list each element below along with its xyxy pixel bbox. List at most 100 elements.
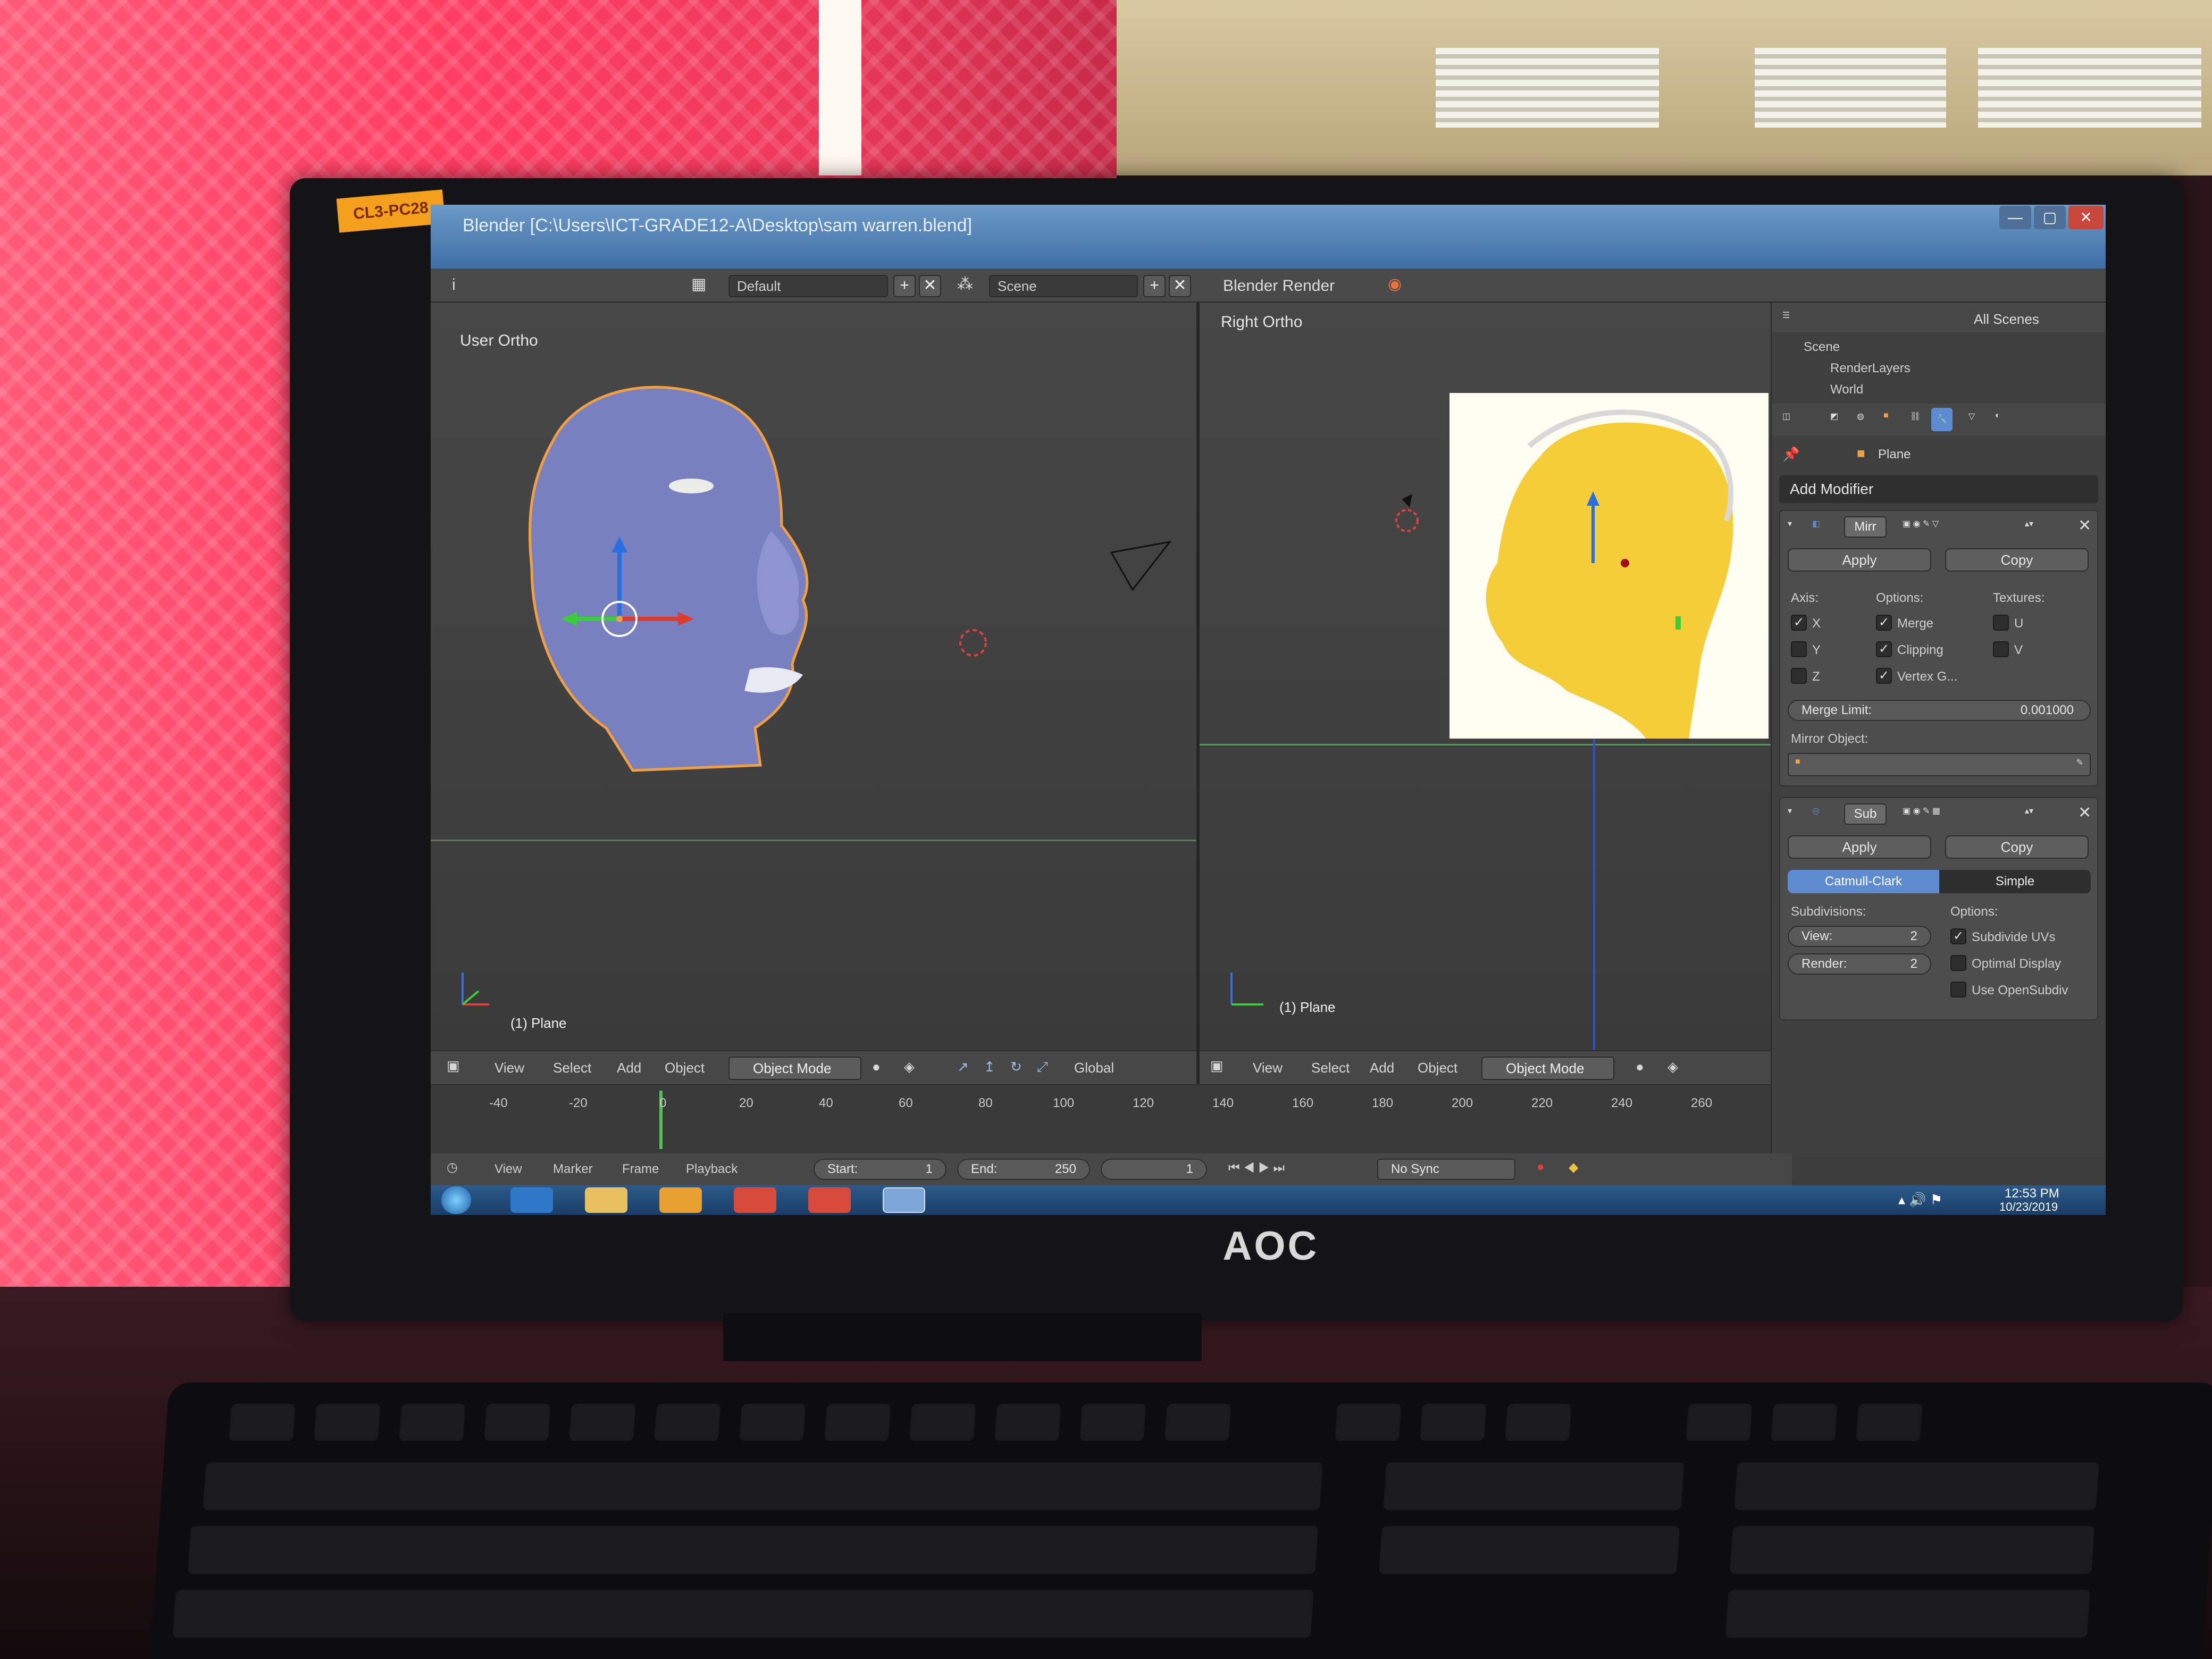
- internet-explorer-icon[interactable]: [510, 1187, 553, 1213]
- camera-object[interactable]: [1110, 540, 1172, 591]
- clock-time[interactable]: 12:53 PM: [2005, 1186, 2059, 1201]
- mirror-object-field[interactable]: ■ ✎: [1788, 753, 2091, 776]
- eyedropper-icon[interactable]: ✎: [2076, 757, 2083, 768]
- add-layout-button[interactable]: +: [893, 275, 916, 297]
- collapse-arrow-icon[interactable]: ▾: [1788, 518, 1792, 529]
- axis-y-checkbox[interactable]: [1791, 641, 1807, 657]
- remove-modifier-icon[interactable]: ✕: [2078, 516, 2091, 535]
- chrome-icon[interactable]: [734, 1187, 776, 1213]
- remove-scene-button[interactable]: ✕: [1169, 275, 1191, 297]
- mirror-apply-button[interactable]: Apply: [1788, 548, 1931, 572]
- tray-icons[interactable]: ▴ 🔊 ⚑: [1898, 1192, 1942, 1208]
- translate-icon[interactable]: ↥: [984, 1059, 995, 1075]
- catmull-clark-tab[interactable]: Catmull-Clark: [1788, 870, 1939, 893]
- current-frame-field[interactable]: 1: [1101, 1159, 1207, 1180]
- outliner-filter-select[interactable]: All Scenes: [1974, 311, 2039, 328]
- menu-view[interactable]: View: [1253, 1060, 1283, 1076]
- outliner-row-scene[interactable]: Scene: [1804, 340, 1840, 355]
- merge-limit-field[interactable]: Merge Limit: 0.001000: [1788, 700, 2091, 721]
- modifiers-tab-icon[interactable]: 🔧: [1931, 408, 1953, 431]
- transform-orientation-select[interactable]: Global: [1074, 1060, 1114, 1076]
- menu-object[interactable]: Object: [665, 1060, 705, 1076]
- object-mode-select[interactable]: Object Mode: [728, 1057, 861, 1080]
- simple-tab[interactable]: Simple: [1939, 870, 2091, 893]
- pivot-point-icon[interactable]: ◈: [1668, 1059, 1678, 1075]
- subsurf-name-field[interactable]: Sub: [1844, 803, 1887, 825]
- add-scene-button[interactable]: +: [1143, 275, 1166, 297]
- menu-playback[interactable]: Playback: [686, 1162, 738, 1177]
- keying-set-icon[interactable]: ◆: [1569, 1160, 1578, 1175]
- screen-layout-icon[interactable]: ▦: [691, 275, 706, 294]
- constraints-tab-icon[interactable]: ⛓: [1910, 411, 1921, 422]
- optimal-display-checkbox[interactable]: [1950, 955, 1966, 971]
- vertex-groups-checkbox[interactable]: ✓: [1876, 668, 1892, 684]
- editor-type-icon[interactable]: ▣: [447, 1058, 460, 1074]
- add-modifier-dropdown[interactable]: Add Modifier: [1779, 475, 2098, 503]
- rotate-icon[interactable]: ↻: [1010, 1059, 1022, 1075]
- render-engine-select[interactable]: Blender Render: [1223, 277, 1335, 295]
- file-explorer-icon[interactable]: [585, 1187, 627, 1213]
- scene-icon[interactable]: ⁂: [957, 275, 973, 294]
- render-tab-icon[interactable]: ◫: [1782, 411, 1790, 422]
- pivot-point-icon[interactable]: ◈: [904, 1059, 915, 1075]
- 3d-cursor[interactable]: [1395, 509, 1419, 532]
- end-frame-field[interactable]: End: 250: [957, 1159, 1090, 1180]
- editor-type-icon[interactable]: ▣: [1210, 1058, 1224, 1074]
- playback-controls-icon[interactable]: ⏮ ◀ ▶ ⏭: [1228, 1161, 1285, 1176]
- outliner-row-world[interactable]: World: [1830, 382, 1863, 397]
- material-tab-icon[interactable]: ◐: [1995, 411, 2000, 421]
- object-mode-select[interactable]: Object Mode: [1481, 1057, 1614, 1080]
- viewport-shading-icon[interactable]: ●: [1636, 1059, 1644, 1075]
- sync-mode-select[interactable]: No Sync: [1377, 1159, 1515, 1180]
- display-toggles-icon[interactable]: ▣ ◉ ✎ ▽: [1903, 518, 1939, 529]
- outliner-row-renderlayers[interactable]: RenderLayers: [1830, 361, 1911, 376]
- subsurf-copy-button[interactable]: Copy: [1945, 835, 2089, 859]
- blender-taskbar-icon[interactable]: [883, 1187, 925, 1213]
- display-toggles-icon[interactable]: ▣ ◉ ✎ ▦: [1903, 806, 1940, 816]
- scene-tab-icon[interactable]: ◩: [1830, 411, 1838, 422]
- menu-view[interactable]: View: [495, 1162, 522, 1177]
- media-player-icon[interactable]: [659, 1187, 702, 1213]
- collapse-arrow-icon[interactable]: ▾: [1788, 806, 1792, 816]
- chrome-icon[interactable]: [808, 1187, 851, 1213]
- clock-date[interactable]: 10/23/2019: [1999, 1200, 2058, 1214]
- clipping-checkbox[interactable]: ✓: [1876, 641, 1892, 657]
- axis-z-checkbox[interactable]: [1791, 668, 1807, 684]
- subsurf-apply-button[interactable]: Apply: [1788, 835, 1931, 859]
- menu-add[interactable]: Add: [617, 1060, 641, 1076]
- minimize-button[interactable]: —: [1999, 206, 2031, 229]
- outliner-editor-icon[interactable]: ☰: [1782, 310, 1790, 321]
- texture-v-checkbox[interactable]: [1993, 641, 2009, 657]
- move-up-down-icon[interactable]: ▴▾: [2025, 518, 2033, 529]
- menu-object[interactable]: Object: [1418, 1060, 1457, 1076]
- menu-view[interactable]: View: [495, 1060, 524, 1076]
- menu-marker[interactable]: Marker: [553, 1162, 593, 1177]
- 3d-cursor[interactable]: [959, 629, 987, 657]
- texture-u-checkbox[interactable]: [1993, 615, 2009, 631]
- start-frame-field[interactable]: Start: 1: [814, 1159, 946, 1180]
- scene-field[interactable]: Scene: [989, 275, 1138, 297]
- axis-x-checkbox[interactable]: ✓: [1791, 615, 1807, 631]
- viewport-shading-icon[interactable]: ●: [872, 1059, 881, 1075]
- pin-icon[interactable]: 📌: [1782, 446, 1799, 463]
- scale-icon[interactable]: ⤢: [1037, 1059, 1048, 1076]
- record-icon[interactable]: ●: [1537, 1160, 1545, 1175]
- close-button[interactable]: ✕: [2068, 206, 2104, 229]
- menu-frame[interactable]: Frame: [622, 1162, 659, 1177]
- subdiv-render-field[interactable]: Render: 2: [1788, 953, 1931, 975]
- camera-object[interactable]: [1402, 494, 1412, 507]
- start-button[interactable]: [441, 1186, 471, 1214]
- subdiv-view-field[interactable]: View: 2: [1788, 926, 1931, 947]
- merge-checkbox[interactable]: ✓: [1876, 615, 1892, 631]
- mirror-name-field[interactable]: Mirr: [1844, 516, 1887, 538]
- menu-select[interactable]: Select: [553, 1060, 591, 1076]
- screen-layout-field[interactable]: Default: [728, 275, 888, 297]
- remove-layout-button[interactable]: ✕: [919, 275, 941, 297]
- move-up-down-icon[interactable]: ▴▾: [2025, 806, 2033, 816]
- menu-add[interactable]: Add: [1370, 1060, 1394, 1076]
- manipulator-icon[interactable]: ↗: [957, 1059, 969, 1075]
- world-tab-icon[interactable]: ◍: [1857, 411, 1864, 422]
- menu-select[interactable]: Select: [1311, 1060, 1350, 1076]
- remove-modifier-icon[interactable]: ✕: [2078, 803, 2091, 822]
- object-tab-icon[interactable]: ■: [1883, 411, 1889, 421]
